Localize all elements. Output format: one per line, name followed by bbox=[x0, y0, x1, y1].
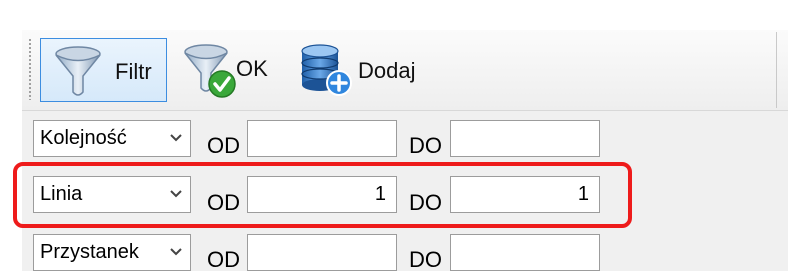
toolbar-edge bbox=[776, 32, 777, 108]
ok-button-label: OK bbox=[236, 56, 268, 81]
field-select[interactable]: Kolejność bbox=[33, 120, 191, 157]
highlight-frame bbox=[13, 162, 632, 228]
field-select[interactable]: Przystanek bbox=[33, 234, 191, 271]
funnel-icon bbox=[51, 44, 105, 100]
chevron-down-icon bbox=[168, 243, 184, 259]
do-input[interactable] bbox=[450, 234, 600, 271]
toolbar-grip[interactable] bbox=[28, 38, 32, 100]
filter-row: Kolejność OD DO bbox=[0, 120, 796, 160]
chevron-down-icon bbox=[168, 129, 184, 145]
od-label: OD bbox=[207, 133, 240, 158]
do-label: DO bbox=[409, 247, 442, 272]
od-input[interactable] bbox=[247, 120, 397, 157]
field-select-value: Przystanek bbox=[40, 241, 139, 263]
od-label: OD bbox=[207, 247, 240, 272]
filter-button-label: Filtr bbox=[115, 59, 152, 84]
add-button[interactable]: Dodaj bbox=[296, 38, 426, 102]
do-label: DO bbox=[409, 133, 442, 158]
funnel-check-icon bbox=[182, 42, 238, 100]
do-input[interactable] bbox=[450, 120, 600, 157]
ok-button[interactable]: OK bbox=[180, 38, 290, 102]
od-input[interactable] bbox=[247, 234, 397, 271]
filter-row: Przystanek OD DO bbox=[0, 234, 796, 274]
database-add-icon bbox=[298, 43, 354, 99]
field-select-value: Kolejność bbox=[40, 127, 127, 149]
add-button-label: Dodaj bbox=[358, 58, 416, 83]
filter-button[interactable]: Filtr bbox=[40, 38, 167, 102]
